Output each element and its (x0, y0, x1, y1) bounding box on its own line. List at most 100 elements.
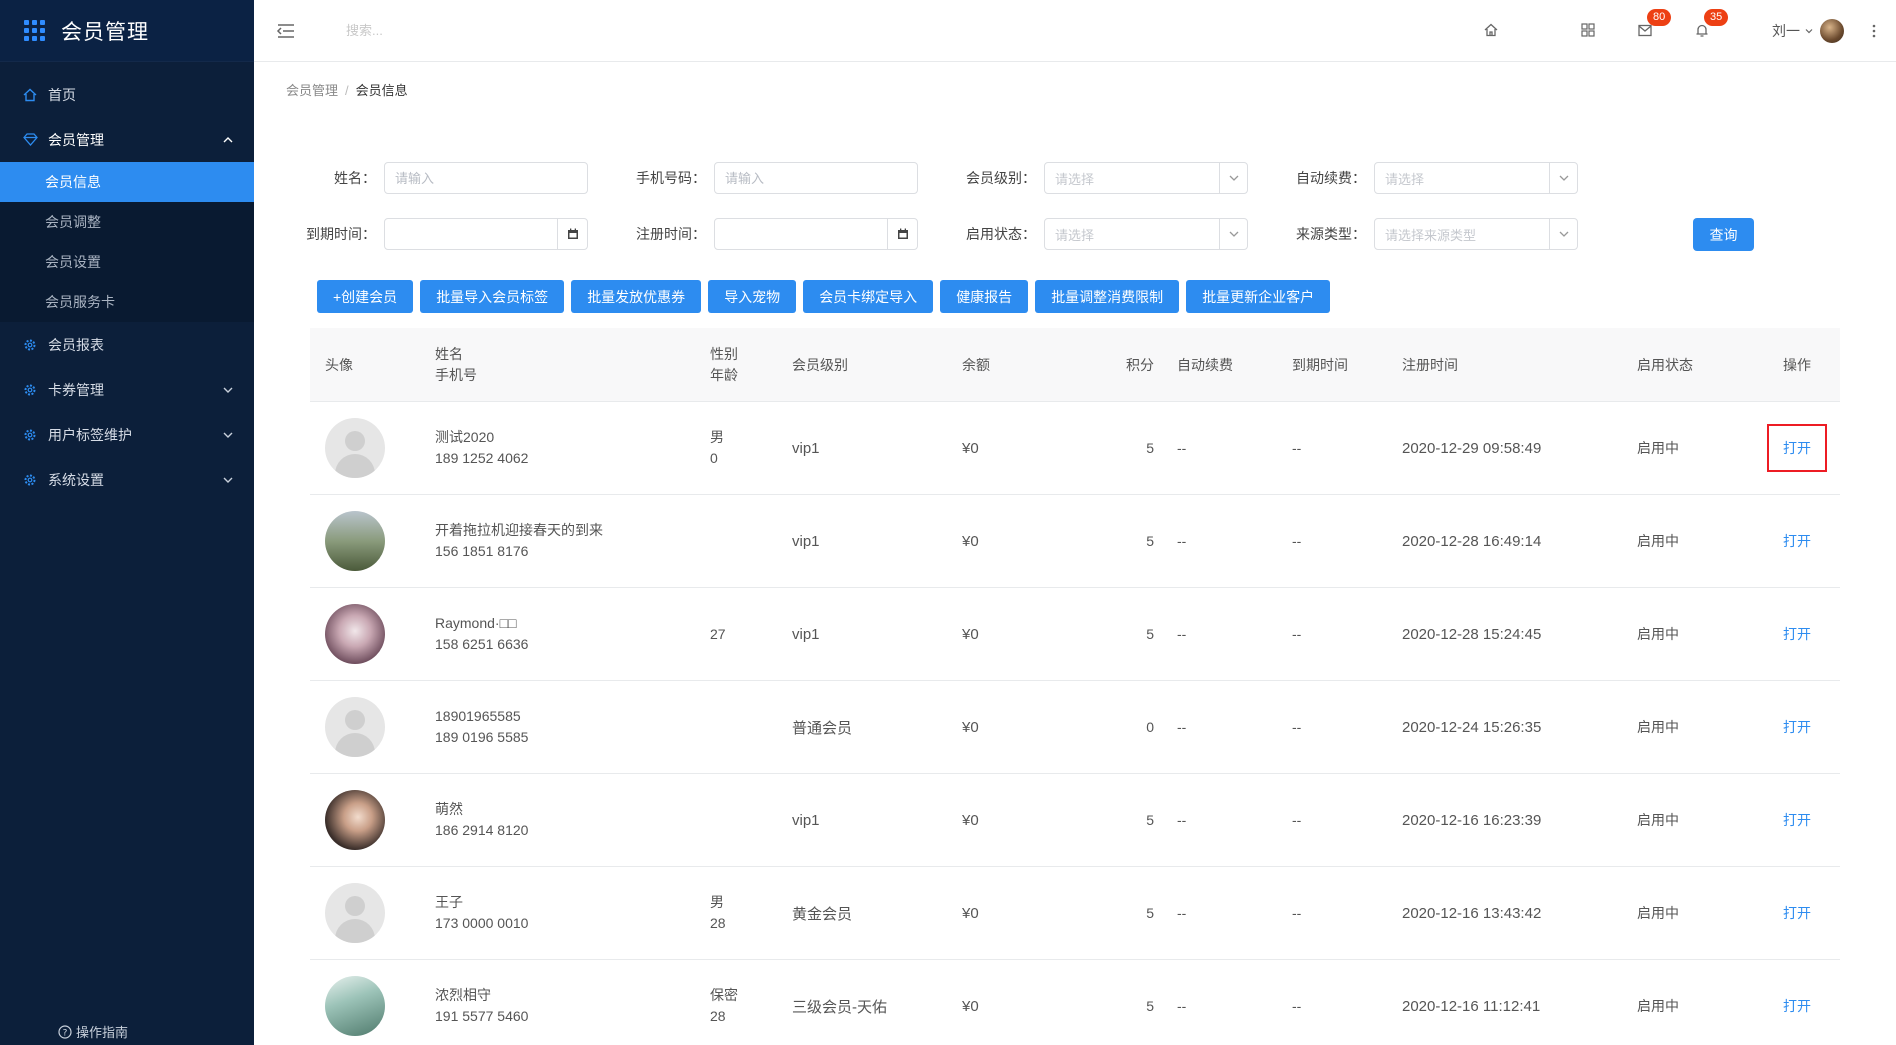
apps-grid-icon[interactable] (1580, 22, 1598, 40)
member-submenu: 会员信息 会员调整 会员设置 会员服务卡 (0, 162, 254, 322)
member-level: vip1 (792, 439, 820, 457)
member-name: 浓烈相守 (435, 987, 491, 1003)
phone-input[interactable] (714, 162, 918, 194)
member-points: 5 (1146, 905, 1154, 921)
svg-text:?: ? (63, 1028, 68, 1038)
bell-icon[interactable]: 35 (1694, 9, 1729, 40)
sidebar-item-member-adjust[interactable]: 会员调整 (0, 202, 254, 242)
col-name-phone: 姓名 手机号 (435, 344, 710, 386)
source-select[interactable]: 请选择来源类型 (1374, 218, 1578, 250)
sidebar-item-member-mgmt[interactable]: 会员管理 (0, 117, 254, 162)
more-vertical-icon[interactable] (1872, 24, 1876, 38)
open-link[interactable]: 打开 (1767, 424, 1827, 472)
open-link[interactable]: 打开 (1767, 517, 1827, 565)
member-status: 启用中 (1637, 440, 1679, 456)
chevron-down-icon (1549, 163, 1577, 193)
update-enterprise-button[interactable]: 批量更新企业客户 (1186, 280, 1331, 313)
issue-coupons-button[interactable]: 批量发放优惠券 (571, 280, 702, 313)
member-level: 黄金会员 (792, 905, 853, 923)
member-auto-renew: -- (1177, 998, 1187, 1014)
member-level: vip1 (792, 811, 820, 829)
level-select[interactable]: 请选择 (1044, 162, 1248, 194)
member-reg-time: 2020-12-28 16:49:14 (1402, 532, 1542, 550)
home-icon[interactable] (1483, 22, 1501, 40)
member-name: 测试2020 (435, 429, 495, 445)
open-link[interactable]: 打开 (1767, 796, 1827, 844)
main-content: 会员管理/会员信息 姓名： 手机号码： 会员级别： 请选择 自动续费： 请选择 … (254, 62, 1896, 1045)
name-input[interactable] (384, 162, 588, 194)
sidebar-item-member-card[interactable]: 会员服务卡 (0, 282, 254, 322)
level-label: 会员级别： (966, 170, 1036, 186)
sidebar-item-system[interactable]: 系统设置 (0, 457, 254, 502)
col-sex-age: 性别 年龄 (710, 344, 792, 386)
query-button[interactable]: 查询 (1693, 218, 1754, 251)
member-points: 5 (1146, 626, 1154, 642)
status-label: 启用状态： (966, 226, 1036, 242)
member-balance: ¥0 (962, 904, 979, 922)
status-select[interactable]: 请选择 (1044, 218, 1248, 250)
member-expire: -- (1292, 998, 1302, 1014)
import-pets-button[interactable]: 导入宠物 (708, 280, 797, 313)
auto-renew-label: 自动续费： (1296, 170, 1366, 186)
col-avatar: 头像 (325, 356, 353, 373)
expire-date-picker[interactable] (384, 218, 588, 250)
create-member-button[interactable]: +创建会员 (317, 280, 414, 313)
sidebar-item-card[interactable]: 卡券管理 (0, 367, 254, 412)
sidebar-item-report[interactable]: 会员报表 (0, 322, 254, 367)
health-report-button[interactable]: 健康报告 (940, 280, 1029, 313)
member-table: 头像 姓名 手机号 性别 年龄 会员级别 余额 积分 自动续费 到期时间 注册时… (310, 328, 1840, 1045)
member-auto-renew: -- (1177, 533, 1187, 549)
member-expire: -- (1292, 719, 1302, 735)
card-bind-import-button[interactable]: 会员卡绑定导入 (803, 280, 934, 313)
member-name: 萌然 (435, 801, 463, 817)
name-cell: 18901965585 189 0196 5585 (435, 706, 710, 748)
sidebar-item-member-settings[interactable]: 会员设置 (0, 242, 254, 282)
open-link[interactable]: 打开 (1767, 703, 1827, 751)
mail-icon[interactable]: 80 (1637, 9, 1672, 40)
open-link[interactable]: 打开 (1767, 610, 1827, 658)
avatar (325, 883, 385, 943)
col-sex: 性别 (710, 345, 738, 362)
avatar-cell (310, 697, 435, 757)
user-avatar[interactable] (1820, 19, 1844, 43)
op-cell: 打开 (1757, 796, 1837, 844)
open-link[interactable]: 打开 (1767, 982, 1827, 1030)
breadcrumb-root[interactable]: 会员管理 (286, 83, 338, 98)
menu-toggle-icon[interactable] (276, 23, 296, 39)
app-title: 会员管理 (61, 20, 149, 44)
import-tags-button[interactable]: 批量导入会员标签 (420, 280, 565, 313)
auto-renew-select[interactable]: 请选择 (1374, 162, 1578, 194)
name-cell: 王子 173 0000 0010 (435, 892, 710, 934)
member-age: 28 (710, 1008, 726, 1024)
avatar (325, 511, 385, 571)
member-balance: ¥0 (962, 718, 979, 736)
chevron-down-icon (223, 432, 233, 438)
open-link[interactable]: 打开 (1767, 889, 1827, 937)
guide-link[interactable]: ? 操作指南 (58, 1022, 128, 1041)
user-name[interactable]: 刘一 (1772, 21, 1800, 41)
gear-icon (22, 472, 38, 488)
col-op: 操作 (1783, 356, 1811, 373)
col-reg: 注册时间 (1402, 356, 1458, 373)
sidebar-item-member-info[interactable]: 会员信息 (0, 162, 254, 202)
calendar-icon[interactable] (887, 219, 917, 249)
col-name: 姓名 (435, 345, 463, 362)
member-name: 王子 (435, 894, 463, 910)
name-cell: 测试2020 189 1252 4062 (435, 427, 710, 469)
member-auto-renew: -- (1177, 719, 1187, 735)
app-logo[interactable]: 会员管理 (0, 0, 254, 62)
sidebar-item-home[interactable]: 首页 (0, 72, 254, 117)
member-auto-renew: -- (1177, 440, 1187, 456)
avatar-cell (310, 511, 435, 571)
calendar-icon[interactable] (557, 219, 587, 249)
diamond-icon (22, 132, 38, 148)
reg-date-picker[interactable] (714, 218, 918, 250)
source-label: 来源类型： (1296, 226, 1366, 242)
breadcrumb-current: 会员信息 (355, 83, 408, 98)
sidebar-item-tags[interactable]: 用户标签维护 (0, 412, 254, 457)
adjust-limit-button[interactable]: 批量调整消费限制 (1035, 280, 1180, 313)
table-row: 萌然 186 2914 8120 vip1 ¥0 5 -- -- 2020-12… (310, 774, 1840, 867)
chevron-down-icon[interactable] (1804, 26, 1814, 36)
search-input[interactable] (346, 23, 546, 38)
member-expire: -- (1292, 533, 1302, 549)
